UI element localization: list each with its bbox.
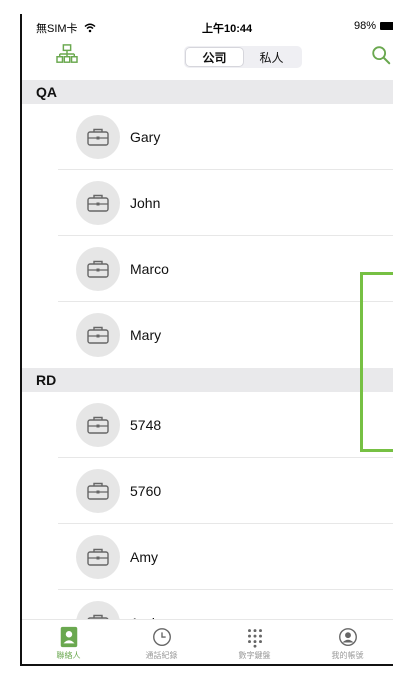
avatar — [76, 115, 120, 159]
tab-label: 我的帳號 — [331, 651, 364, 660]
contact-row[interactable]: Amy — [22, 524, 393, 590]
section-header-qa: QA — [22, 80, 393, 104]
briefcase-icon — [87, 548, 109, 566]
header: 公司 私人 — [22, 38, 393, 78]
battery-percent: 98% — [353, 20, 376, 32]
avatar — [76, 247, 120, 291]
contact-name: Mary — [130, 327, 162, 343]
phone-screen: 無SIM卡 上午10:44 98% 公司 私人 QA Gary John Mar… — [20, 14, 393, 666]
section-header-rd: RD — [22, 368, 393, 392]
tab-call-history[interactable]: 通話紀錄 — [115, 620, 208, 664]
avatar — [76, 181, 120, 225]
clock-icon — [152, 628, 171, 646]
contact-name: 5760 — [130, 483, 162, 499]
status-right: 98% — [354, 20, 393, 32]
tab-label: 數字鍵盤 — [238, 651, 271, 660]
contact-name: Amy — [130, 549, 158, 565]
battery-icon — [380, 22, 393, 30]
tab-label: 通話紀錄 — [145, 651, 178, 660]
status-bar: 無SIM卡 上午10:44 98% — [22, 14, 393, 36]
company-private-segmented-control[interactable]: 公司 私人 — [184, 46, 302, 68]
briefcase-icon — [87, 260, 109, 278]
contact-name: Marco — [130, 261, 169, 277]
contact-row[interactable]: 5748 — [22, 392, 393, 458]
status-left: 無SIM卡 — [36, 20, 96, 36]
contact-row[interactable]: Mary — [22, 302, 393, 368]
status-time: 上午10:44 — [202, 23, 253, 35]
briefcase-icon — [87, 326, 109, 344]
briefcase-icon — [87, 482, 109, 500]
contact-name: John — [130, 195, 161, 211]
search-icon[interactable] — [370, 44, 392, 66]
contact-name: 5748 — [130, 417, 162, 433]
contact-list: QA Gary John Marco Mary RD 5748 5760 Amy — [22, 80, 393, 656]
briefcase-icon — [87, 194, 109, 212]
account-icon — [338, 628, 357, 646]
tab-contacts[interactable]: 聯絡人 — [22, 620, 115, 664]
keypad-icon — [247, 629, 262, 648]
avatar — [76, 535, 120, 579]
tab-bar: 聯絡人 通話紀錄 數字鍵盤 我的帳號 — [22, 619, 393, 664]
contact-name: Gary — [130, 129, 161, 145]
wifi-icon — [84, 23, 96, 33]
segment-company[interactable]: 公司 — [186, 48, 243, 66]
contact-row[interactable]: Marco — [22, 236, 393, 302]
highlight-overlay — [360, 272, 393, 452]
contact-row[interactable]: 5760 — [22, 458, 393, 524]
segment-private[interactable]: 私人 — [243, 48, 300, 66]
contact-row[interactable]: John — [22, 170, 393, 236]
briefcase-icon — [87, 416, 109, 434]
tab-keypad[interactable]: 數字鍵盤 — [208, 620, 301, 664]
contacts-icon — [60, 626, 77, 648]
avatar — [76, 313, 120, 357]
avatar — [76, 469, 120, 513]
briefcase-icon — [87, 128, 109, 146]
tab-label: 聯絡人 — [56, 651, 81, 660]
carrier-text: 無SIM卡 — [36, 23, 78, 35]
tab-my-account[interactable]: 我的帳號 — [301, 620, 393, 664]
avatar — [76, 403, 120, 447]
contact-row[interactable]: Gary — [22, 104, 393, 170]
org-chart-icon[interactable] — [56, 44, 78, 64]
